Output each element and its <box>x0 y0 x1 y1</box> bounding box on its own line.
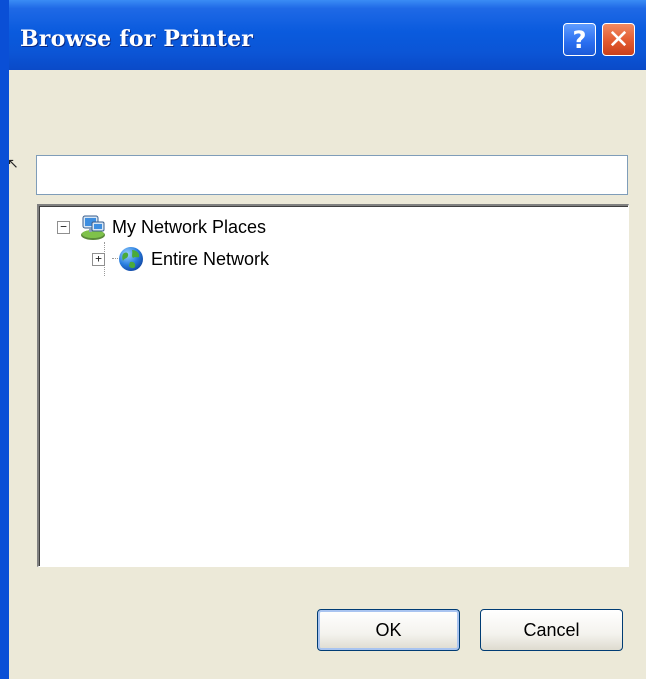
tree-item-my-network-places[interactable]: − My Network Places <box>57 212 266 242</box>
tree-item-label: My Network Places <box>112 216 267 237</box>
cancel-button[interactable]: Cancel <box>480 609 623 651</box>
network-tree-view[interactable]: − My Network Places + Entire Network <box>37 204 629 567</box>
browse-for-printer-dialog: Browse for Printer ? ✕ ↖ − My Network Pl… <box>0 0 646 679</box>
help-icon: ? <box>572 25 587 54</box>
network-places-icon <box>81 215 105 240</box>
ok-button[interactable]: OK <box>317 609 460 651</box>
expand-icon[interactable]: + <box>92 252 105 266</box>
close-button[interactable]: ✕ <box>602 23 635 56</box>
help-button[interactable]: ? <box>563 23 596 56</box>
collapse-icon[interactable]: − <box>57 220 70 234</box>
title-bar[interactable]: Browse for Printer ? ✕ <box>9 0 646 70</box>
tree-item-entire-network[interactable]: + Entire Network <box>92 244 269 274</box>
close-icon: ✕ <box>607 24 630 55</box>
mouse-cursor-icon: ↖ <box>7 156 19 172</box>
globe-icon <box>119 247 143 271</box>
tree-item-label: Entire Network <box>151 248 270 269</box>
printer-path-input[interactable] <box>36 155 628 195</box>
dialog-title: Browse for Printer <box>20 26 254 52</box>
